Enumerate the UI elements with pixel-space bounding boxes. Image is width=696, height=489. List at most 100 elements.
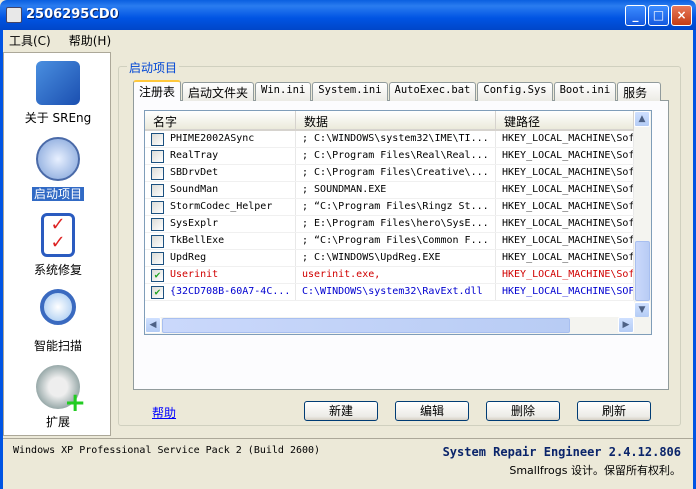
tab-registry[interactable]: 注册表	[133, 80, 182, 101]
column-path[interactable]: 键路径	[496, 111, 634, 129]
horizontal-scroll-thumb[interactable]	[162, 318, 570, 333]
edit-button[interactable]: 编辑	[395, 401, 469, 421]
cell-path: HKEY_LOCAL_MACHINE\Sof	[496, 267, 634, 283]
menu-bar: 工具(C) 帮助(H)	[3, 30, 693, 50]
tab-boot-ini[interactable]: Boot.ini	[553, 82, 617, 101]
cell-path: HKEY_LOCAL_MACHINE\Sof	[496, 182, 634, 198]
magnifier-icon	[40, 289, 76, 325]
tab-autoexec[interactable]: AutoExec.bat	[388, 82, 477, 101]
row-name: StormCodec_Helper	[170, 201, 273, 212]
checkbox[interactable]	[151, 218, 164, 231]
cell-path: HKEY_LOCAL_MACHINE\Sof	[496, 165, 634, 181]
refresh-button[interactable]: 刷新	[577, 401, 651, 421]
tab-win-ini[interactable]: Win.ini	[255, 82, 312, 101]
row-name: Userinit	[170, 269, 219, 280]
menu-help[interactable]: 帮助(H)	[69, 32, 111, 48]
row-name: PHIME2002ASync	[170, 133, 255, 144]
cell-name: ✔ Userinit	[145, 267, 296, 283]
sidebar-item-extend[interactable]: + 扩展	[4, 365, 112, 430]
close-button[interactable]: ×	[671, 5, 692, 26]
cell-data: ; C:\WINDOWS\system32\IME\TI...	[296, 131, 496, 147]
new-button[interactable]: 新建	[304, 401, 378, 421]
table-row[interactable]: TkBellExe ; “C:\Program Files\Common F...…	[145, 233, 651, 250]
cell-name: StormCodec_Helper	[145, 199, 296, 215]
cell-data: ; “C:\Program Files\Ringz St...	[296, 199, 496, 215]
tab-startup-folder[interactable]: 启动文件夹	[182, 82, 255, 101]
scroll-right-button[interactable]: ▶	[618, 317, 634, 333]
cell-data: ; E:\Program Files\hero\SysE...	[296, 216, 496, 232]
checkbox[interactable]	[151, 133, 164, 146]
scroll-up-button[interactable]: ▲	[634, 111, 650, 127]
maximize-button[interactable]: □	[648, 5, 669, 26]
horizontal-scrollbar[interactable]: ◀ ▶	[145, 317, 651, 334]
tab-config-sys[interactable]: Config.Sys	[477, 82, 553, 101]
delete-button[interactable]: 删除	[486, 401, 560, 421]
tab-system-ini[interactable]: System.ini	[312, 82, 388, 101]
group-title: 启动项目	[127, 59, 180, 76]
tab-strip: 注册表 启动文件夹 Win.ini System.ini AutoExec.ba…	[133, 80, 662, 101]
table-row[interactable]: SBDrvDet ; C:\Program Files\Creative\... H…	[145, 165, 651, 182]
cell-name: SoundMan	[145, 182, 296, 198]
title-bar: 2506295CD0 _ □ ×	[0, 0, 696, 30]
sidebar-item-startup[interactable]: 启动项目	[4, 137, 112, 202]
sidebar-item-label: 启动项目	[31, 187, 84, 201]
cell-data: ; C:\Program Files\Real\Real...	[296, 148, 496, 164]
checkbox[interactable]	[151, 252, 164, 265]
table-row[interactable]: ✔ Userinit userinit.exe, HKEY_LOCAL_MACHINE…	[145, 267, 651, 284]
help-link[interactable]: 帮助	[152, 404, 176, 421]
window-title: 2506295CD0	[26, 7, 119, 22]
cell-path: HKEY_LOCAL_MACHINE\SOF	[496, 284, 634, 300]
sidebar-item-about[interactable]: 关于 SREng	[4, 61, 112, 126]
menu-tools[interactable]: 工具(C)	[9, 32, 51, 48]
checkbox[interactable]	[151, 150, 164, 163]
row-name: SysExplr	[170, 218, 219, 229]
tab-services[interactable]: 服务	[617, 82, 662, 101]
cell-name: ✔ {32CD708B-60A7-4C...	[145, 284, 296, 300]
column-data[interactable]: 数据	[296, 111, 496, 129]
cell-name: UpdReg	[145, 250, 296, 266]
checkbox[interactable]	[151, 184, 164, 197]
row-name: SoundMan	[170, 184, 219, 195]
sidebar-item-label: 智能扫描	[33, 339, 82, 353]
cell-name: RealTray	[145, 148, 296, 164]
table-row[interactable]: UpdReg ; C:\WINDOWS\UpdReg.EXE HKEY_LOCAL_…	[145, 250, 651, 267]
checkbox[interactable]	[151, 235, 164, 248]
sidebar-item-label: 关于 SREng	[24, 111, 92, 125]
sidebar-item-scan[interactable]: 智能扫描	[4, 289, 112, 354]
tools-icon	[36, 61, 80, 105]
checkbox[interactable]: ✔	[151, 269, 164, 282]
table-row[interactable]: RealTray ; C:\Program Files\Real\Real... H…	[145, 148, 651, 165]
checklist-icon: ✓ ✓	[41, 213, 75, 257]
cell-data: ; C:\WINDOWS\UpdReg.EXE	[296, 250, 496, 266]
checkbox[interactable]	[151, 167, 164, 180]
table-row[interactable]: PHIME2002ASync ; C:\WINDOWS\system32\IME\…	[145, 131, 651, 148]
scroll-left-button[interactable]: ◀	[145, 317, 161, 333]
checkbox[interactable]	[151, 201, 164, 214]
copyright: Smallfrogs 设计。保留所有权利。	[509, 464, 681, 477]
table-row[interactable]: SysExplr ; E:\Program Files\hero\SysE... H…	[145, 216, 651, 233]
table-row[interactable]: SoundMan ; SOUNDMAN.EXE HKEY_LOCAL_MACHINE…	[145, 182, 651, 199]
sidebar-item-repair[interactable]: ✓ ✓ 系统修复	[4, 213, 112, 278]
row-name: RealTray	[170, 150, 219, 161]
cell-data: ; SOUNDMAN.EXE	[296, 182, 496, 198]
column-name[interactable]: 名字	[145, 111, 296, 129]
os-info: Windows XP Professional Service Pack 2 (…	[13, 445, 321, 456]
cell-name: SBDrvDet	[145, 165, 296, 181]
table-row[interactable]: StormCodec_Helper ; “C:\Program Files\Rin…	[145, 199, 651, 216]
cell-name: PHIME2002ASync	[145, 131, 296, 147]
scroll-down-button[interactable]: ▼	[634, 302, 650, 318]
vertical-scrollbar[interactable]: ▲ ▼	[634, 111, 651, 318]
cell-path: HKEY_LOCAL_MACHINE\Sof	[496, 131, 634, 147]
status-bar: Windows XP Professional Service Pack 2 (…	[3, 438, 693, 486]
vertical-scroll-thumb[interactable]	[635, 241, 650, 301]
row-name: {32CD708B-60A7-4C...	[170, 286, 291, 297]
row-name: SBDrvDet	[170, 167, 219, 178]
cell-path: HKEY_LOCAL_MACHINE\Sof	[496, 148, 634, 164]
cell-name: SysExplr	[145, 216, 296, 232]
table-row[interactable]: ✔ {32CD708B-60A7-4C... C:\WINDOWS\system32…	[145, 284, 651, 301]
clock-icon	[36, 137, 80, 181]
row-name: UpdReg	[170, 252, 207, 263]
startup-list[interactable]: 名字 数据 键路径 PHIME2002ASync ; C:\WINDOWS\sys…	[144, 110, 652, 335]
minimize-button[interactable]: _	[625, 5, 646, 26]
checkbox[interactable]: ✔	[151, 286, 164, 299]
